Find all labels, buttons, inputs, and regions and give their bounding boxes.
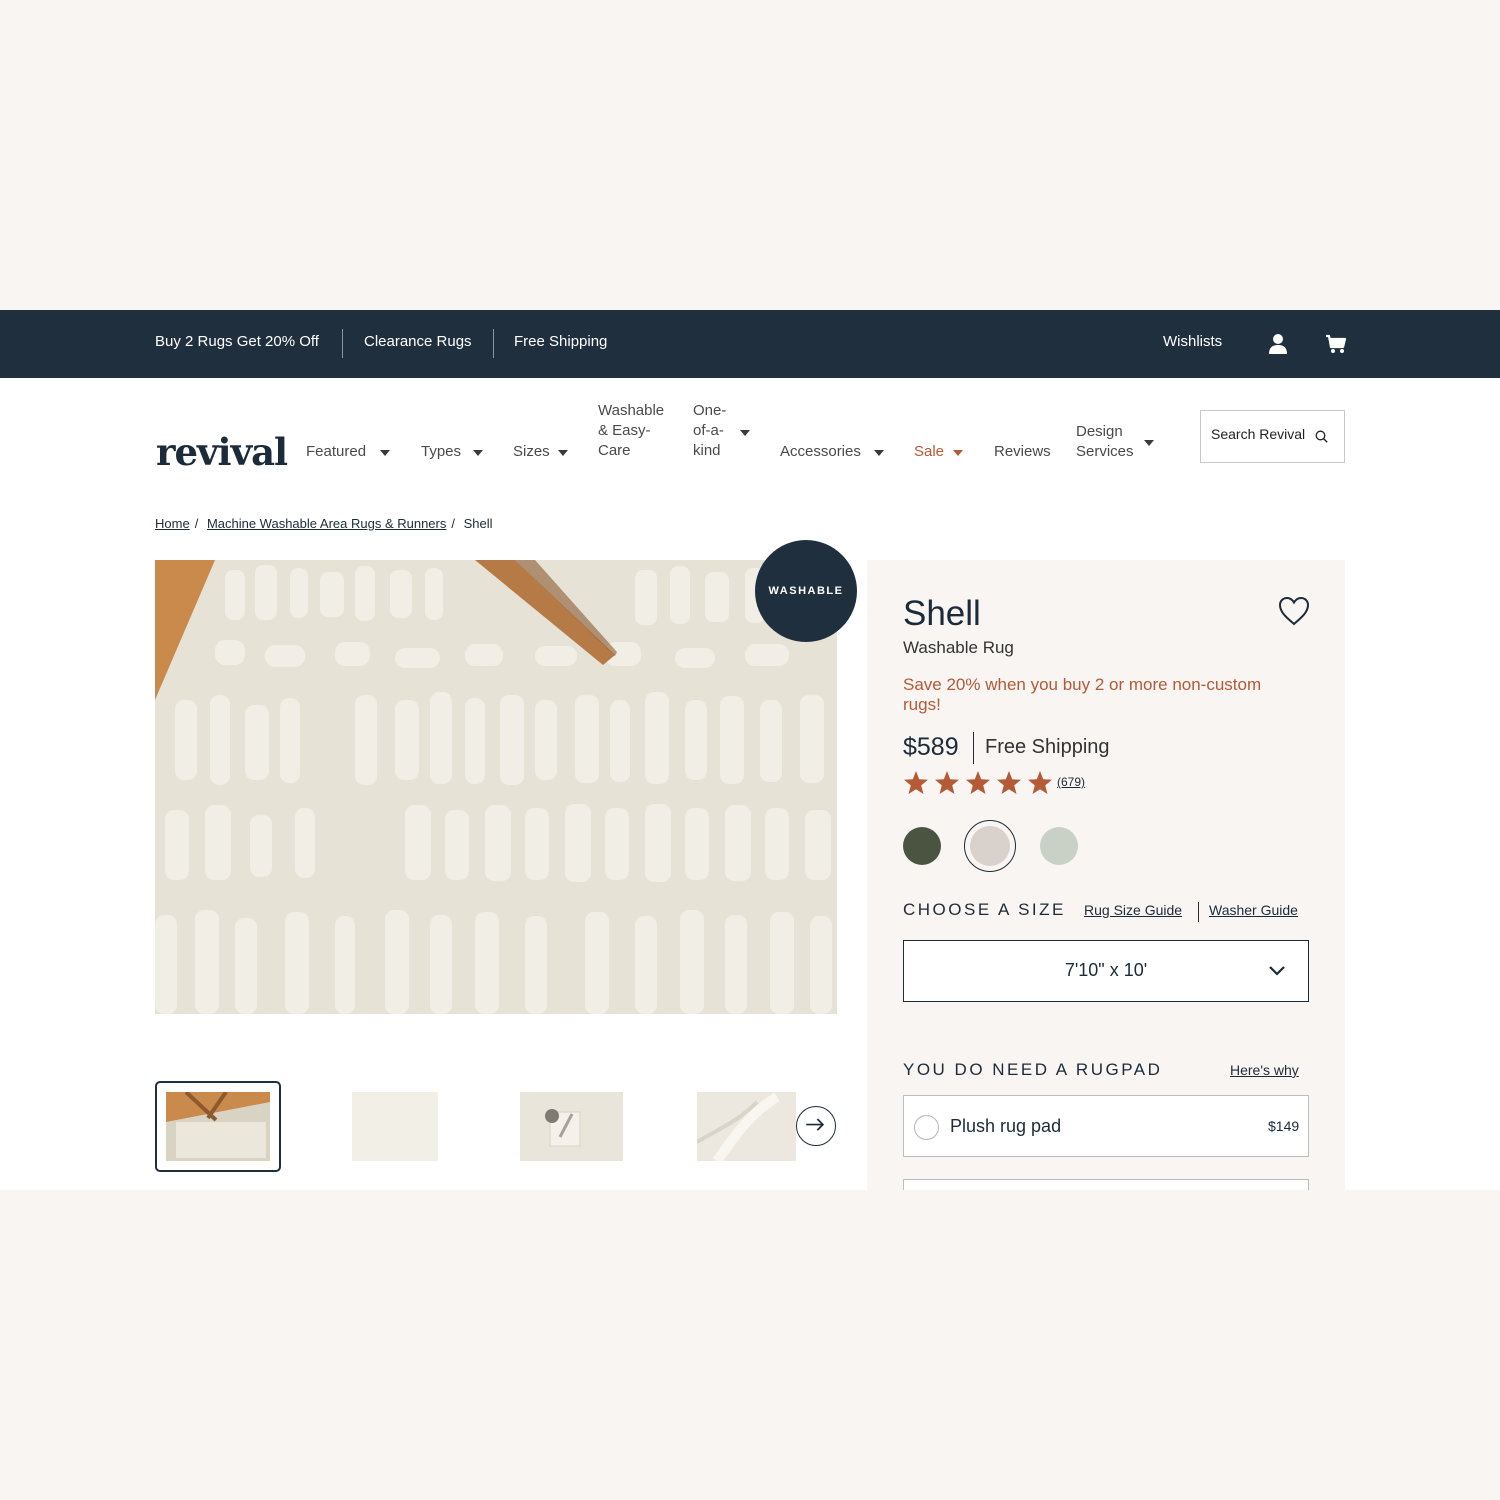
chevron-down-icon xyxy=(558,450,568,456)
chevron-down-icon xyxy=(380,450,390,456)
washer-guide-link[interactable]: Washer Guide xyxy=(1209,902,1298,918)
star-icon xyxy=(997,771,1021,794)
divider xyxy=(342,329,343,358)
divider xyxy=(493,329,494,358)
nav-design-services-line: Services xyxy=(1076,443,1134,460)
nav-one-of-a-kind-line: of-a- xyxy=(693,422,724,439)
choose-size-heading: CHOOSE A SIZE xyxy=(903,900,1066,919)
nav-featured[interactable]: Featured xyxy=(306,442,366,462)
color-swatch-sage[interactable] xyxy=(1040,827,1078,865)
nav-washable-line: Washable xyxy=(598,402,665,419)
divider xyxy=(973,732,974,764)
breadcrumb: Home / Machine Washable Area Rugs & Runne… xyxy=(155,516,493,531)
promo-link-buy2[interactable]: Buy 2 Rugs Get 20% Off xyxy=(155,333,319,350)
page-frame: Buy 2 Rugs Get 20% Off Clearance Rugs Fr… xyxy=(0,310,1500,1190)
star-icon xyxy=(935,771,959,794)
breadcrumb-category[interactable]: Machine Washable Area Rugs & Runners xyxy=(207,516,446,531)
nav-reviews[interactable]: Reviews xyxy=(994,442,1051,462)
thumbnail-image xyxy=(520,1092,623,1161)
thumbnail-4[interactable] xyxy=(695,1092,796,1164)
nav-design-services-line: Design xyxy=(1076,423,1123,440)
nav-one-of-a-kind-line: One- xyxy=(693,402,727,419)
chevron-down-icon xyxy=(1269,966,1285,976)
chevron-down-icon xyxy=(1144,440,1154,446)
search-box[interactable] xyxy=(1200,410,1345,463)
search-icon[interactable] xyxy=(1315,430,1328,443)
chevron-down-icon xyxy=(874,450,884,456)
heart-icon[interactable] xyxy=(1278,596,1310,626)
heres-why-link[interactable]: Here's why xyxy=(1230,1062,1299,1078)
nav-sale[interactable]: Sale xyxy=(914,442,944,462)
user-icon[interactable] xyxy=(1268,333,1288,355)
product-subtitle: Washable Rug xyxy=(903,638,1014,657)
size-select[interactable]: 7'10" x 10' xyxy=(903,940,1309,1002)
thumbnail-image xyxy=(695,1092,796,1164)
nav-design-services[interactable]: Design Services xyxy=(1076,422,1134,462)
thumbnail-image xyxy=(166,1090,270,1161)
chevron-down-icon xyxy=(740,430,750,436)
star-icon xyxy=(966,771,990,794)
chevron-down-icon xyxy=(953,450,963,456)
star-icon xyxy=(904,771,928,794)
nav-sizes[interactable]: Sizes xyxy=(513,442,550,462)
rugpad-heading: YOU DO NEED A RUGPAD xyxy=(903,1060,1163,1079)
revival-logo[interactable]: revival xyxy=(156,430,288,474)
shipping-label: Free Shipping xyxy=(985,736,1110,758)
breadcrumb-current: Shell xyxy=(463,516,493,531)
review-count-link[interactable]: (679) xyxy=(1057,775,1085,789)
thumbnail-3[interactable] xyxy=(520,1092,623,1161)
product-title: Shell xyxy=(903,594,981,633)
star-icon xyxy=(1028,771,1052,794)
promo-link-clearance[interactable]: Clearance Rugs xyxy=(364,333,472,350)
chevron-down-icon xyxy=(473,450,483,456)
color-swatch-green[interactable] xyxy=(903,827,941,865)
nav-washable-line: Care xyxy=(598,442,631,459)
search-input[interactable] xyxy=(1211,426,1315,442)
thumbnail-1[interactable] xyxy=(155,1081,281,1172)
rug-size-guide-link[interactable]: Rug Size Guide xyxy=(1084,902,1182,918)
wishlists-link[interactable]: Wishlists xyxy=(1163,333,1222,350)
rugpad-option[interactable]: Plush rug pad $149 xyxy=(903,1095,1309,1157)
product-price: $589 xyxy=(903,733,959,761)
breadcrumb-home[interactable]: Home xyxy=(155,516,190,531)
nav-washable-line: & Easy- xyxy=(598,422,651,439)
selected-size: 7'10" x 10' xyxy=(1064,960,1148,980)
bulk-discount-promo: Save 20% when you buy 2 or more non-cust… xyxy=(903,675,1262,714)
thumbnail-2[interactable] xyxy=(352,1092,438,1161)
product-main-image[interactable] xyxy=(155,560,837,1014)
nav-washable[interactable]: Washable & Easy- Care xyxy=(598,401,664,461)
rugpad-price: $149 xyxy=(1268,1118,1300,1134)
nav-one-of-a-kind-line: kind xyxy=(693,442,721,459)
rugpad-option-2[interactable] xyxy=(903,1179,1309,1190)
promo-link-free-shipping[interactable]: Free Shipping xyxy=(514,333,607,350)
arrow-right-icon xyxy=(806,1118,825,1131)
color-swatch-ivory[interactable] xyxy=(970,826,1010,866)
washable-badge: WASHABLE xyxy=(755,540,857,642)
divider xyxy=(1198,902,1199,922)
rugpad-radio[interactable] xyxy=(914,1115,939,1140)
product-info-panel: Shell Washable Rug Save 20% when you buy… xyxy=(867,560,1345,1190)
announcement-bar: Buy 2 Rugs Get 20% Off Clearance Rugs Fr… xyxy=(0,310,1500,378)
nav-one-of-a-kind[interactable]: One- of-a- kind xyxy=(693,401,726,461)
next-image-button[interactable] xyxy=(796,1106,836,1146)
nav-types[interactable]: Types xyxy=(421,442,461,462)
cart-icon[interactable] xyxy=(1325,334,1347,354)
rugpad-label: Plush rug pad xyxy=(950,1116,1062,1136)
nav-accessories[interactable]: Accessories xyxy=(780,442,861,462)
